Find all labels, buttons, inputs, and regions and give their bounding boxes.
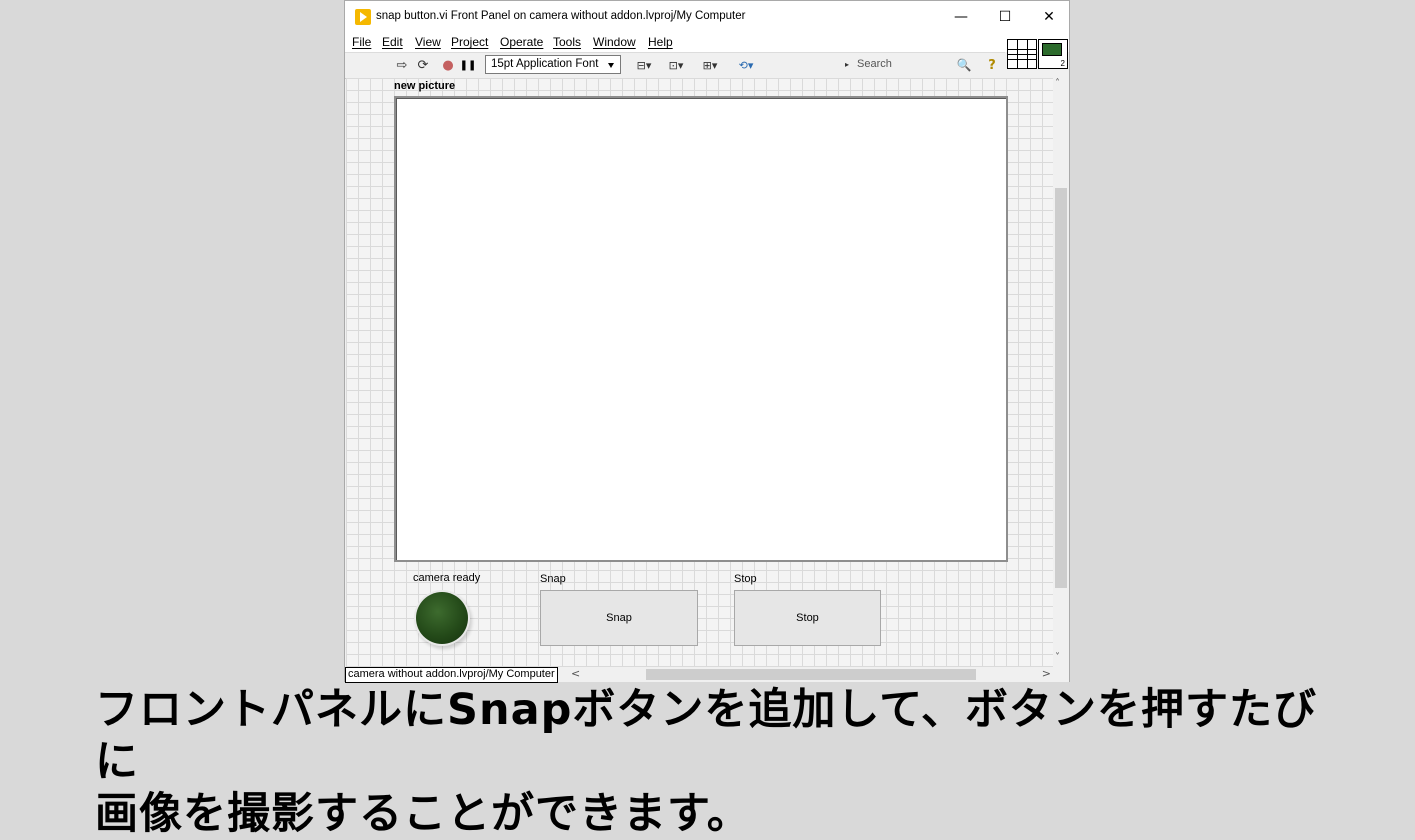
vertical-scrollbar[interactable]: ˄ ˅ <box>1053 78 1069 667</box>
close-button[interactable]: ✕ <box>1027 1 1071 33</box>
chevron-down-icon <box>608 63 614 68</box>
picture-label: new picture <box>394 80 456 92</box>
connector-pane-icon[interactable] <box>1007 39 1037 69</box>
context-help-icon[interactable]: ? <box>983 56 1001 74</box>
toolbar: ⇨ ⟳ ● ❚❚ 15pt Application Font ⊟▾ ⊡▾ ⊞▾ … <box>345 52 1005 79</box>
application-instance-label[interactable]: camera without addon.lvproj/My Computer <box>345 667 558 683</box>
vi-icon[interactable]: 2 <box>1038 39 1068 69</box>
scroll-left-icon[interactable]: < <box>571 667 580 680</box>
menu-project[interactable]: Project <box>451 35 488 49</box>
run-arrow-icon[interactable]: ⇨ <box>393 56 411 74</box>
scroll-down-icon[interactable]: ˅ <box>1055 652 1060 663</box>
maximize-button[interactable]: ☐ <box>983 1 1027 33</box>
picture-indicator <box>394 96 1008 562</box>
vi-icon-screen <box>1042 43 1062 56</box>
window-title: snap button.vi Front Panel on camera wit… <box>376 10 746 22</box>
resize-objects-icon[interactable]: ⊞▾ <box>697 56 723 74</box>
stop-button[interactable]: Stop <box>734 590 881 646</box>
camera-ready-label: camera ready <box>413 572 481 584</box>
minimize-button[interactable]: — <box>939 1 983 33</box>
font-selector-value: 15pt Application Font <box>491 58 599 70</box>
front-panel-canvas[interactable]: new picture camera ready Snap Snap Stop … <box>346 78 1053 667</box>
menu-operate[interactable]: Operate <box>500 35 543 49</box>
stop-button-label: Stop <box>734 573 757 585</box>
labview-front-panel-window: snap button.vi Front Panel on camera wit… <box>344 0 1070 683</box>
horizontal-scroll-thumb[interactable] <box>646 669 976 680</box>
search-icon[interactable]: 🔍 <box>955 56 973 74</box>
vertical-scroll-thumb[interactable] <box>1055 188 1067 588</box>
menu-tools[interactable]: Tools <box>553 35 581 49</box>
title-bar[interactable]: snap button.vi Front Panel on camera wit… <box>345 1 1069 33</box>
terminal-count: 2 <box>1060 59 1065 68</box>
snap-button-label: Snap <box>540 573 566 585</box>
scroll-right-icon[interactable]: > <box>1042 667 1051 680</box>
menu-edit[interactable]: Edit <box>382 35 403 49</box>
tutorial-caption: フロントパネルにSnapボタンを追加して、ボタンを押すたびに 画像を撮影すること… <box>95 684 1355 840</box>
camera-ready-led <box>414 590 470 646</box>
search-caret-icon: ▸ <box>845 60 850 69</box>
font-selector[interactable]: 15pt Application Font <box>485 55 621 74</box>
align-objects-icon[interactable]: ⊟▾ <box>631 56 657 74</box>
snap-button[interactable]: Snap <box>540 590 698 646</box>
scroll-up-icon[interactable]: ˄ <box>1055 78 1060 89</box>
menu-file[interactable]: File <box>352 35 371 49</box>
caption-line-2: 画像を撮影することができます。 <box>95 789 751 839</box>
labview-app-icon <box>355 9 371 25</box>
menu-window[interactable]: Window <box>593 35 636 49</box>
abort-execution-icon[interactable]: ● <box>439 56 457 74</box>
reorder-icon[interactable]: ⟲▾ <box>733 56 759 74</box>
run-continuously-icon[interactable]: ⟳ <box>414 56 432 74</box>
snap-button-text: Snap <box>606 612 632 624</box>
distribute-objects-icon[interactable]: ⊡▾ <box>663 56 689 74</box>
menu-view[interactable]: View <box>415 35 441 49</box>
status-bar: camera without addon.lvproj/My Computer … <box>345 667 1069 683</box>
menu-bar: File Edit View Project Operate Tools Win… <box>345 33 1069 52</box>
caption-line-1: フロントパネルにSnapボタンを追加して、ボタンを押すたびに <box>95 685 1317 787</box>
horizontal-scrollbar[interactable]: < > <box>571 667 1051 682</box>
pause-icon[interactable]: ❚❚ <box>459 56 477 74</box>
search-placeholder: Search <box>857 58 892 70</box>
stop-button-text: Stop <box>796 612 819 624</box>
menu-help[interactable]: Help <box>648 35 673 49</box>
